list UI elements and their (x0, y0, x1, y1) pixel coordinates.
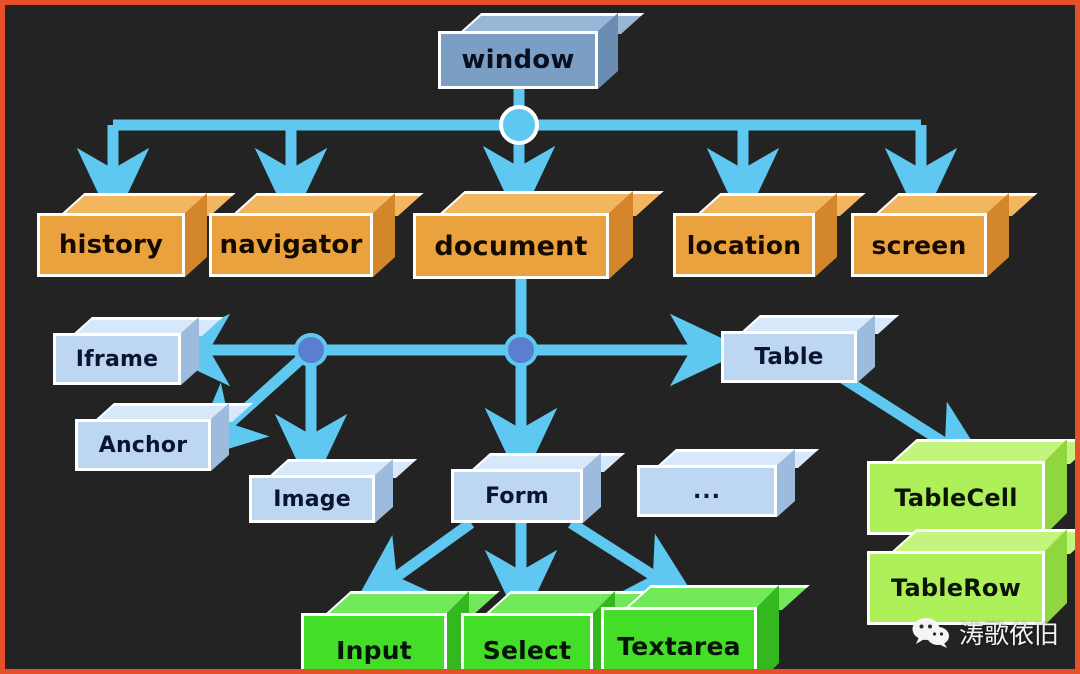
node-input[interactable]: Input (301, 591, 500, 669)
node-form[interactable]: Form (451, 453, 626, 523)
node-table[interactable]: Table (721, 315, 900, 383)
node-anchor[interactable]: Anchor (75, 403, 254, 471)
node-label-anchor: Anchor (98, 432, 188, 458)
node-iframe[interactable]: Iframe (53, 317, 224, 385)
node-image[interactable]: Image (249, 459, 418, 523)
diagram-canvas: window history navigator document locati… (0, 0, 1080, 674)
node-label-tablerow: TableRow (891, 574, 1021, 602)
node-history[interactable]: history (37, 193, 236, 277)
edge-form-textarea (568, 518, 701, 606)
node-label-window: window (461, 45, 575, 75)
node-label-ellipsis: ... (692, 478, 722, 504)
node-label-document: document (434, 230, 588, 262)
edge-form-input (351, 518, 475, 610)
node-navigator[interactable]: navigator (209, 193, 424, 277)
node-location[interactable]: location (673, 193, 866, 277)
node-label-tablecell: TableCell (894, 484, 1018, 512)
node-label-image: Image (273, 486, 351, 512)
node-label-screen: screen (871, 230, 967, 260)
node-label-textarea: Textarea (617, 631, 741, 661)
node-label-location: location (686, 230, 802, 260)
node-ellipsis[interactable]: ... (637, 449, 820, 517)
node-screen[interactable]: screen (851, 193, 1038, 277)
node-label-form: Form (485, 483, 549, 509)
node-window[interactable]: window (438, 13, 645, 89)
node-label-iframe: Iframe (75, 346, 159, 372)
node-label-navigator: navigator (219, 230, 363, 260)
document-mid-junction (504, 333, 538, 367)
node-label-history: history (58, 230, 164, 260)
window-bus-junction (499, 105, 539, 145)
node-tablecell[interactable]: TableCell (867, 439, 1075, 535)
node-label-table: Table (754, 344, 824, 370)
node-label-select: Select (482, 635, 572, 665)
node-textarea[interactable]: Textarea (601, 585, 810, 669)
node-document[interactable]: document (413, 191, 664, 279)
node-label-input: Input (336, 635, 412, 665)
node-select[interactable]: Select (461, 591, 646, 669)
document-left-junction (294, 333, 328, 367)
node-tablerow[interactable]: TableRow (867, 529, 1075, 625)
